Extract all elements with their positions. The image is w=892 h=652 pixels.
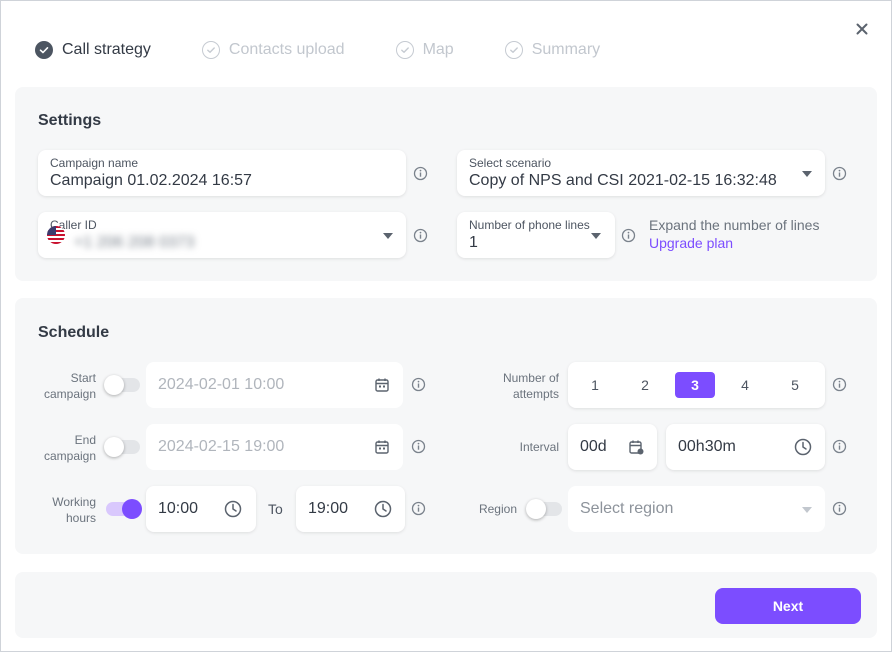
attempts-label: Number of attempts [502, 371, 559, 401]
start-campaign-toggle[interactable] [104, 375, 140, 395]
section-title: Settings [38, 112, 102, 129]
field-value: 2024-02-01 10:00 [158, 376, 285, 393]
us-flag-icon [47, 226, 65, 244]
field-value: Copy of NPS and CSI 2021-02-15 16:32:48 [469, 172, 777, 189]
check-circle-icon [201, 41, 220, 59]
working-hours-label: Working hours [52, 495, 96, 525]
campaign-name-input[interactable]: Campaign name Campaign 01.02.2024 16:57 [38, 150, 406, 196]
interval-days-input[interactable]: 00d [568, 424, 657, 470]
field-label: Select scenario [469, 156, 552, 170]
field-value: 00h30m [678, 438, 736, 455]
info-icon[interactable] [621, 228, 636, 243]
chevron-down-icon [802, 507, 812, 513]
field-value: 1 [469, 234, 478, 251]
region-select[interactable]: Select region [568, 486, 825, 532]
toggle-knob [526, 499, 546, 519]
region-toggle[interactable] [526, 499, 562, 519]
field-value: 19:00 [308, 500, 349, 517]
caller-id-value: +1 206 208 0373 [74, 234, 195, 251]
clock-icon [794, 438, 812, 456]
start-campaign-label: Start campaign [43, 371, 96, 401]
field-value: Campaign 01.02.2024 16:57 [50, 172, 252, 189]
attempts-selector: 1 2 3 4 5 [568, 362, 825, 408]
field-value: 10:00 [158, 500, 199, 517]
caller-id-select[interactable]: Caller ID +1 206 208 0373 [38, 212, 406, 258]
toggle-knob [122, 499, 142, 519]
calendar-clock-icon [629, 440, 644, 455]
step-label: Call strategy [62, 41, 151, 58]
chevron-down-icon [802, 171, 812, 177]
field-value: 2024-02-15 19:00 [158, 438, 285, 455]
section-title: Schedule [38, 324, 110, 341]
info-icon[interactable] [832, 166, 847, 181]
check-circle-icon [395, 41, 414, 59]
wizard-stepper: Call strategy Contacts upload Map Summar… [35, 39, 651, 61]
scenario-select[interactable]: Select scenario Copy of NPS and CSI 2021… [457, 150, 825, 196]
attempt-option-1[interactable]: 1 [575, 372, 615, 398]
to-label: To [268, 501, 283, 517]
attempt-option-3[interactable]: 3 [675, 372, 715, 398]
toggle-knob [104, 437, 124, 457]
check-circle-icon [504, 41, 523, 59]
interval-time-input[interactable]: 00h30m [666, 424, 825, 470]
step-call-strategy[interactable]: Call strategy [35, 41, 151, 59]
clock-icon [374, 500, 392, 518]
step-map[interactable]: Map [395, 41, 454, 59]
step-label: Summary [531, 41, 601, 58]
info-icon[interactable] [832, 377, 847, 392]
step-label: Map [422, 41, 454, 58]
schedule-section: Schedule Start campaign 2024-02-01 10:00… [15, 298, 877, 554]
step-label: Contacts upload [228, 41, 345, 58]
working-hours-to[interactable]: 19:00 [296, 486, 405, 532]
step-contacts-upload[interactable]: Contacts upload [201, 41, 345, 59]
footer-section: Next [15, 572, 877, 638]
check-circle-icon [35, 41, 53, 59]
calendar-icon [375, 378, 389, 392]
info-icon[interactable] [413, 166, 428, 181]
close-icon[interactable] [853, 20, 871, 38]
info-icon[interactable] [832, 501, 847, 516]
step-summary[interactable]: Summary [504, 41, 601, 59]
region-label: Region [478, 502, 517, 516]
info-icon[interactable] [411, 439, 426, 454]
upgrade-plan-link[interactable]: Upgrade plan [649, 235, 733, 251]
working-hours-toggle[interactable] [106, 499, 142, 519]
info-icon[interactable] [413, 228, 428, 243]
start-campaign-datetime[interactable]: 2024-02-01 10:00 [146, 362, 403, 408]
expand-lines-text: Expand the number of lines [649, 217, 820, 233]
info-icon[interactable] [832, 439, 847, 454]
info-icon[interactable] [411, 377, 426, 392]
end-campaign-datetime[interactable]: 2024-02-15 19:00 [146, 424, 403, 470]
attempt-option-2[interactable]: 2 [625, 372, 665, 398]
clock-icon [224, 500, 242, 518]
interval-label: Interval [519, 440, 559, 454]
field-value: Select region [580, 500, 674, 517]
chevron-down-icon [383, 233, 393, 239]
working-hours-from[interactable]: 10:00 [146, 486, 256, 532]
settings-section: Settings Campaign name Campaign 01.02.20… [15, 87, 877, 281]
attempt-option-5[interactable]: 5 [775, 372, 815, 398]
next-button[interactable]: Next [715, 588, 861, 624]
end-campaign-toggle[interactable] [104, 437, 140, 457]
end-campaign-label: End campaign [43, 433, 96, 463]
field-label: Campaign name [50, 156, 139, 170]
chevron-down-icon [591, 233, 601, 239]
phone-lines-select[interactable]: Number of phone lines 1 [457, 212, 615, 258]
campaign-wizard-modal: Call strategy Contacts upload Map Summar… [0, 0, 892, 652]
field-label: Number of phone lines [469, 218, 590, 232]
calendar-icon [375, 440, 389, 454]
attempt-option-4[interactable]: 4 [725, 372, 765, 398]
field-value: 00d [580, 438, 607, 455]
info-icon[interactable] [411, 501, 426, 516]
toggle-knob [104, 375, 124, 395]
